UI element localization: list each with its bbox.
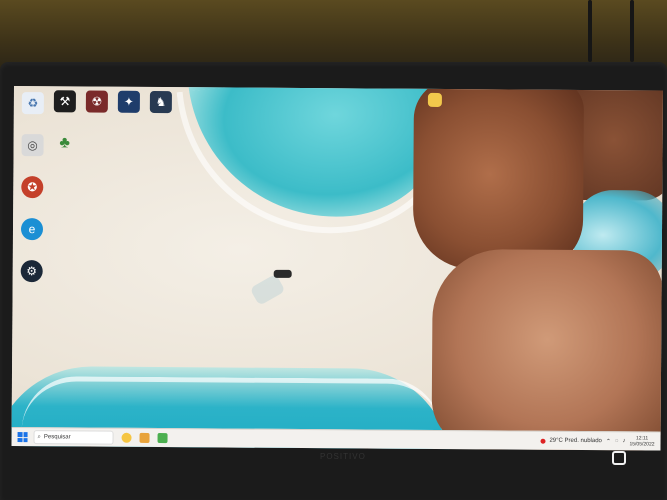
recycle-bin-icon[interactable]: ♻ (21, 92, 44, 115)
wallpaper-rock (431, 248, 663, 451)
clock[interactable]: 12:11 15/05/2022 (629, 435, 654, 447)
widgets-icon[interactable] (121, 432, 132, 443)
cable (588, 0, 592, 62)
wallpaper-boat (273, 269, 292, 278)
search-icon: ⌕ (37, 433, 41, 440)
wallpaper-rock (412, 86, 585, 270)
background-wall (0, 0, 667, 70)
app-shortcut-icon[interactable]: ✪ (21, 176, 44, 199)
clock-date: 15/05/2022 (629, 441, 655, 448)
volume-icon[interactable]: ♪ (622, 438, 625, 444)
game-shortcut-icon[interactable]: ✦ (117, 90, 140, 113)
search-placeholder: Pesquisar (43, 434, 71, 441)
weather-text[interactable]: 29°C Pred. nublado (549, 438, 601, 444)
power-button-icon[interactable] (612, 451, 626, 465)
steam-icon[interactable]: ⚙ (20, 260, 43, 283)
desktop-screen: ♻ ⚒ ☢ ✦ ♞ ◎ ♣ ✪ e ⚙ ⌕ Pesquisar 29°C Pre… (11, 86, 663, 451)
search-box[interactable]: ⌕ Pesquisar (33, 430, 114, 445)
game-shortcut-icon[interactable]: ⚒ (53, 90, 76, 113)
file-explorer-icon[interactable] (139, 432, 150, 443)
network-icon[interactable]: ◌ (615, 438, 619, 444)
system-tray: 29°C Pred. nublado ⌃ ◌ ♪ 12:11 15/05/202… (540, 435, 660, 448)
weather-icon (540, 438, 546, 444)
start-button[interactable] (17, 432, 28, 443)
folder-icon[interactable] (427, 92, 442, 107)
game-shortcut-icon[interactable]: ♣ (54, 132, 76, 154)
cable (630, 0, 634, 62)
app-shortcut-icon[interactable]: ◎ (21, 134, 44, 157)
edge-icon[interactable]: e (20, 218, 44, 241)
game-shortcut-icon[interactable]: ♞ (149, 90, 172, 114)
game-shortcut-icon[interactable]: ☢ (85, 90, 108, 113)
taskbar-app-icon[interactable] (157, 433, 168, 444)
chevron-up-icon[interactable]: ⌃ (606, 438, 611, 445)
monitor-brand: POSITIVO (320, 452, 366, 461)
wallpaper-foam (21, 376, 442, 434)
